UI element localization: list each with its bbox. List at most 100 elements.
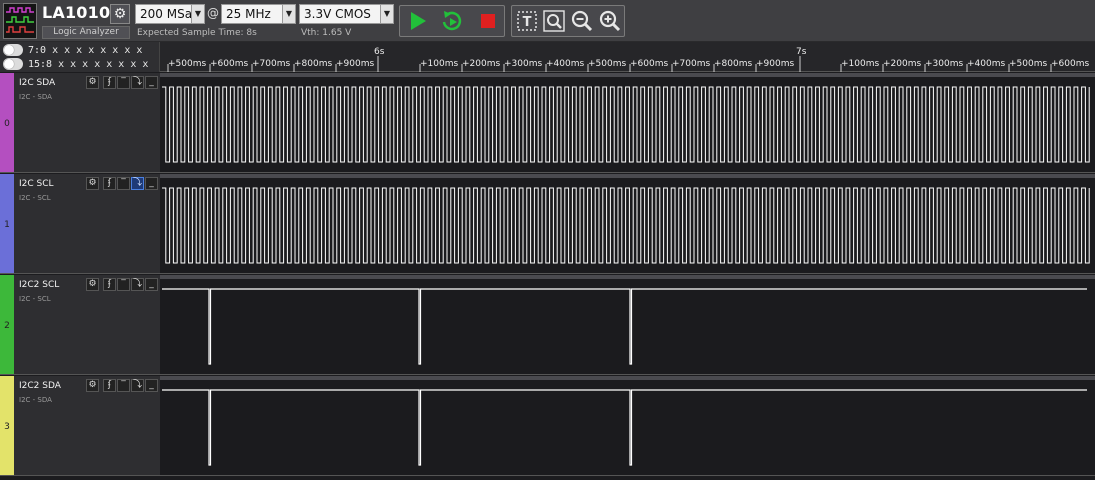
channel-decoder-label: I2C - SDA <box>19 93 52 101</box>
device-name: LA1010 <box>42 3 111 22</box>
device-subtitle: Logic Analyzer <box>42 26 130 39</box>
gear-icon[interactable]: ⚙ <box>86 379 99 392</box>
ruler-tick-label: +700ms <box>252 59 290 69</box>
waveform-svg <box>162 389 1087 466</box>
chevron-down-icon[interactable]: ▼ <box>191 5 204 23</box>
chevron-down-icon[interactable]: ▼ <box>380 5 393 23</box>
waveform-area[interactable] <box>160 174 1095 274</box>
channel-label-panel[interactable]: 1 I2C SCL I2C - SCL ⚙ ʄ ‾ ⤵ _ <box>0 174 160 274</box>
ruler-tick-label: +300ms <box>504 59 542 69</box>
ruler-tick-label: +500ms <box>1009 59 1047 69</box>
ruler-tick-label: +100ms <box>420 59 458 69</box>
time-ruler[interactable]: +500ms +600ms +700ms +800ms +900ms 6s +100ms +2… <box>160 42 1095 72</box>
zoom-in-icon[interactable] <box>598 9 622 33</box>
frequency-value: 25 MHz <box>226 7 271 21</box>
sparse-waveform-trace <box>162 389 1087 466</box>
chevron-down-icon[interactable]: ▼ <box>282 5 295 23</box>
sample-rate-value: 200 MSa <box>140 7 193 21</box>
channel-row: 3 I2C2 SDA I2C - SDA ⚙ ʄ ‾ ⤵ _ <box>0 376 1095 476</box>
logic-analyzer-app: LA1010 ⚙ Logic Analyzer 200 MSa ▼ @ 25 M… <box>0 0 1095 480</box>
rising-edge-icon[interactable]: ʄ <box>103 379 116 392</box>
loop-run-icon[interactable] <box>440 9 464 33</box>
dense-waveform-trace <box>162 86 1090 163</box>
ruler-tick-label: +800ms <box>714 59 752 69</box>
device-settings-gear-icon[interactable]: ⚙ <box>110 4 130 24</box>
ruler-tick-label: +700ms <box>672 59 710 69</box>
channel-decoder-label: I2C - SDA <box>19 396 52 404</box>
waveform-svg <box>162 187 1090 264</box>
channel-name[interactable]: I2C SCL <box>19 179 54 189</box>
text-annotation-icon[interactable]: T <box>515 9 539 33</box>
ruler-tick-label: +600ms <box>630 59 668 69</box>
ruler-tick-label: 6s <box>374 47 385 57</box>
channel-label-panel[interactable]: 3 I2C2 SDA I2C - SDA ⚙ ʄ ‾ ⤵ _ <box>0 376 160 476</box>
gear-icon[interactable]: ⚙ <box>86 278 99 291</box>
ruler-tick-label: +900ms <box>756 59 794 69</box>
time-ruler-svg: +500ms +600ms +700ms +800ms +900ms6s+100ms +2… <box>167 47 1089 72</box>
channel-label-panel[interactable]: 2 I2C2 SCL I2C - SCL ⚙ ʄ ‾ ⤵ _ <box>0 275 160 375</box>
waveform-area[interactable] <box>160 376 1095 476</box>
ruler-tick-label: +400ms <box>967 59 1005 69</box>
waveform-area[interactable] <box>160 275 1095 375</box>
ruler-tick-label: +800ms <box>294 59 332 69</box>
high-level-icon[interactable]: ‾ <box>117 278 130 291</box>
frequency-select[interactable]: 25 MHz ▼ <box>221 4 296 24</box>
at-label: @ <box>207 6 219 20</box>
falling-edge-icon[interactable]: ⤵ <box>131 379 144 392</box>
waveform-area[interactable] <box>160 73 1095 173</box>
ruler-tick-label: +600ms <box>210 59 248 69</box>
threshold-voltage: Vth: 1.65 V <box>301 28 352 38</box>
falling-edge-icon[interactable]: ⤵ <box>131 177 144 190</box>
rising-edge-icon[interactable]: ʄ <box>103 278 116 291</box>
status-toggle-low[interactable] <box>3 44 23 56</box>
svg-text:T: T <box>523 15 532 30</box>
low-level-icon[interactable]: _ <box>145 379 158 392</box>
high-level-icon[interactable]: ‾ <box>117 177 130 190</box>
channel-decoder-label: I2C - SCL <box>19 295 51 303</box>
waveform-svg <box>162 86 1090 163</box>
zoom-out-icon[interactable] <box>570 9 594 33</box>
trigger-status-panel: 7:0 x x x x x x x x 15:8 x x x x x x x x <box>0 42 160 72</box>
ruler-tick-label: +900ms <box>336 59 374 69</box>
channel-name[interactable]: I2C SDA <box>19 78 55 88</box>
sample-rate-select[interactable]: 200 MSa ▼ <box>135 4 205 24</box>
channel-name[interactable]: I2C2 SCL <box>19 280 59 290</box>
stop-icon[interactable] <box>476 9 500 33</box>
ruler-tick-label: +200ms <box>883 59 921 69</box>
gear-icon[interactable]: ⚙ <box>86 76 99 89</box>
channel-index: 3 <box>4 422 10 432</box>
zoom-fit-icon[interactable] <box>542 9 566 33</box>
ruler-tick-label: +400ms <box>546 59 584 69</box>
channel-name[interactable]: I2C2 SDA <box>19 381 61 391</box>
gear-icon[interactable]: ⚙ <box>86 177 99 190</box>
ruler-tick-label: +200ms <box>462 59 500 69</box>
falling-edge-icon[interactable]: ⤵ <box>131 278 144 291</box>
rising-edge-icon[interactable]: ʄ <box>103 76 116 89</box>
voltage-select[interactable]: 3.3V CMOS ▼ <box>299 4 394 24</box>
ruler-tick-label: +300ms <box>925 59 963 69</box>
high-level-icon[interactable]: ‾ <box>117 76 130 89</box>
channel-row: 0 I2C SDA I2C - SDA ⚙ ʄ ‾ ⤵ _ <box>0 73 1095 173</box>
rising-edge-icon[interactable]: ʄ <box>103 177 116 190</box>
capture-controls <box>399 5 505 37</box>
status-toggle-high[interactable] <box>3 58 23 70</box>
low-level-icon[interactable]: _ <box>145 278 158 291</box>
run-icon[interactable] <box>406 9 430 33</box>
low-level-icon[interactable]: _ <box>145 177 158 190</box>
channel-label-panel[interactable]: 0 I2C SDA I2C - SDA ⚙ ʄ ‾ ⤵ _ <box>0 73 160 173</box>
toolbar: LA1010 ⚙ Logic Analyzer 200 MSa ▼ @ 25 M… <box>0 0 1095 42</box>
voltage-value: 3.3V CMOS <box>304 7 371 21</box>
high-level-icon[interactable]: ‾ <box>117 379 130 392</box>
ruler-tick-label: 7s <box>796 47 807 57</box>
ruler-tick-label: +600ms <box>1051 59 1089 69</box>
falling-edge-icon[interactable]: ⤵ <box>131 76 144 89</box>
ruler-tick-label: +500ms <box>168 59 206 69</box>
channel-index: 2 <box>4 321 10 331</box>
channel-row: 2 I2C2 SCL I2C - SCL ⚙ ʄ ‾ ⤵ _ <box>0 275 1095 375</box>
low-level-icon[interactable]: _ <box>145 76 158 89</box>
status-row-low: 7:0 x x x x x x x x <box>28 45 143 56</box>
channel-index: 1 <box>4 220 10 230</box>
waveform-svg <box>162 288 1087 365</box>
expected-sample-time: Expected Sample Time: 8s <box>137 28 257 38</box>
channel-decoder-label: I2C - SCL <box>19 194 51 202</box>
